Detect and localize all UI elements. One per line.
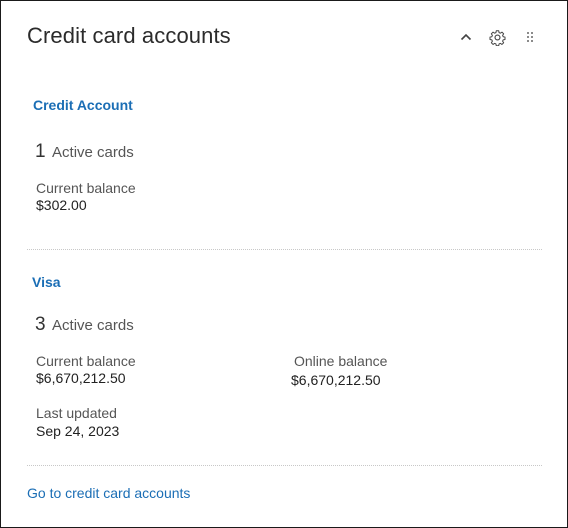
last-updated-label: Last updated [36,405,117,421]
current-balance-label: Current balance [36,353,136,369]
active-cards-count: 3 Active cards [35,314,134,336]
credit-card-accounts-widget: Credit card accounts Credit Account 1 Ac… [0,0,568,528]
online-balance-label: Online balance [294,353,388,369]
card-count: 1 [35,141,46,162]
gear-icon[interactable] [488,28,506,46]
last-updated-value: Sep 24, 2023 [36,423,120,439]
online-balance-value: $6,670,212.50 [291,372,381,388]
current-balance-value: $302.00 [36,197,87,213]
widget-title: Credit card accounts [27,23,231,48]
current-balance-label: Current balance [36,180,136,196]
drag-handle-icon[interactable] [521,28,539,46]
card-count: 3 [35,314,46,335]
divider [27,249,542,250]
account-name-link[interactable]: Credit Account [33,97,133,113]
active-cards-label: Active cards [52,317,134,334]
active-cards-count: 1 Active cards [35,141,134,163]
account-name-link[interactable]: Visa [32,274,61,290]
active-cards-label: Active cards [52,144,134,161]
current-balance-value: $6,670,212.50 [36,370,126,386]
divider [27,465,542,466]
chevron-up-icon[interactable] [457,28,475,46]
go-to-credit-card-accounts-link[interactable]: Go to credit card accounts [27,485,190,501]
